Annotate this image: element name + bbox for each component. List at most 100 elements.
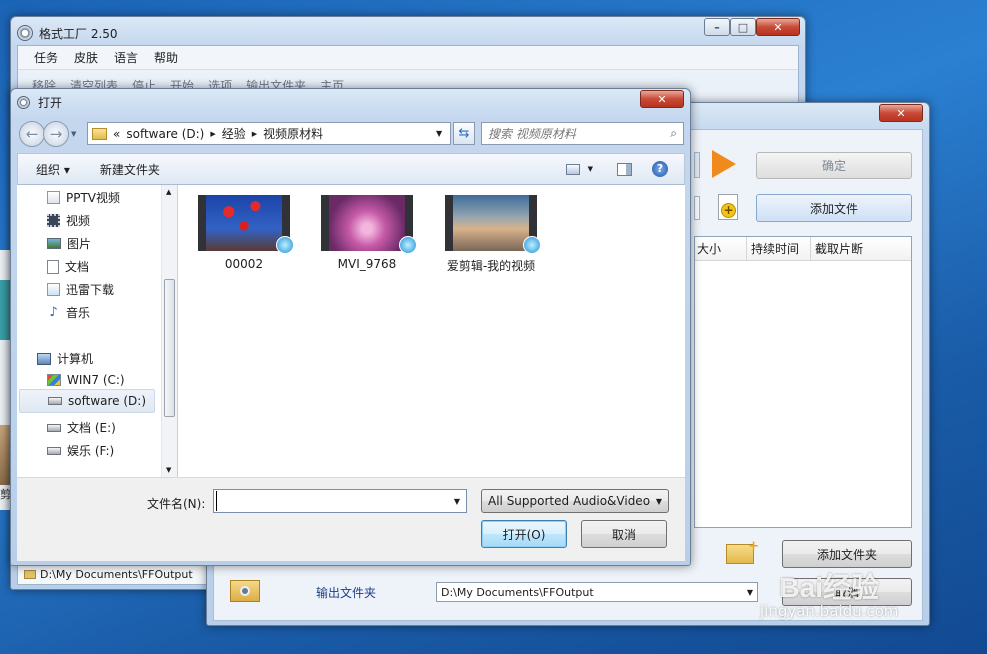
search-input[interactable] [488, 126, 671, 141]
nav-item-videos[interactable]: 视频 [47, 212, 90, 229]
nav-item-pictures[interactable]: 图片 [47, 235, 91, 252]
watermark: Bai经验 jingyan.baidu.com [760, 566, 898, 620]
scroll-down-arrow-icon[interactable]: ▼ [166, 466, 171, 474]
nav-item-xunlei[interactable]: 迅雷下载 [47, 281, 114, 298]
address-bar[interactable]: « software (D:) ▶ 经验 ▶ 视频原材料 ▼ [87, 122, 451, 145]
output-path-select[interactable]: D:\My Documents\FFOutput ▼ [436, 582, 758, 602]
output-folder-icon [230, 580, 260, 602]
folder-icon [92, 127, 107, 140]
ok-button[interactable]: 确定 [756, 152, 912, 179]
dialog-close-button[interactable]: ✕ [879, 104, 923, 122]
open-button[interactable]: 打开(O) [481, 520, 567, 548]
file-item[interactable]: 00002 [194, 195, 294, 271]
view-menu-chevron-icon[interactable]: ▼ [588, 165, 593, 173]
cancel-button[interactable]: 取消 [581, 520, 667, 548]
refresh-icon: ⇆ [458, 126, 470, 141]
nav-item-label: software (D:) [68, 394, 146, 408]
add-folder-icon: + [726, 539, 759, 564]
picture-library-icon [47, 238, 61, 249]
breadcrumb-jingyan[interactable]: 经验 [222, 125, 246, 142]
nav-item-label: 娱乐 (F:) [67, 444, 115, 458]
chevron-down-icon: ▼ [746, 587, 754, 597]
chevron-down-icon: ▼ [655, 496, 662, 506]
help-icon[interactable]: ? [652, 161, 668, 177]
menu-language[interactable]: 语言 [114, 49, 138, 66]
view-options: ▼ ? [565, 161, 668, 177]
maximize-button[interactable]: □ [730, 18, 756, 36]
column-size[interactable]: 大小 [695, 236, 747, 261]
forward-arrow-icon[interactable]: → [43, 121, 69, 147]
search-box[interactable]: ⌕ [481, 122, 684, 145]
nav-item-pptv[interactable]: PPTV视频 [47, 189, 120, 206]
nav-item-label: 迅雷下载 [66, 283, 115, 297]
dialog-footer: 文件名(N): ▼ All Supported Audio&Video ▼ 打开… [17, 477, 685, 561]
open-file-dialog: 打开 ✕ ← → ▼ « software (D:) ▶ 经验 ▶ 视频原材料 … [10, 88, 691, 566]
hard-drive-icon [48, 397, 62, 405]
command-bar: 组织 ▾ 新建文件夹 ▼ ? [17, 153, 685, 185]
filename-combobox[interactable]: ▼ [213, 489, 467, 513]
hard-drive-icon [47, 446, 61, 455]
computer-icon [37, 352, 51, 365]
menu-bar: 任务 皮肤 语言 帮助 [18, 46, 798, 70]
status-bar: D:\My Documents\FFOutput [18, 564, 216, 584]
new-folder-button[interactable]: 新建文件夹 [100, 161, 160, 178]
navigation-pane: PPTV视频 视频 图片 文档 迅雷下载 ♪ 音乐 计算机 WIN7 (C:) [17, 185, 177, 477]
media-badge-icon [276, 236, 294, 254]
nav-item-label: 文档 (E:) [67, 421, 116, 435]
add-file-button[interactable]: 添加文件 [756, 194, 912, 222]
open-dialog-close-button[interactable]: ✕ [640, 90, 684, 108]
open-dialog-title: 打开 [38, 96, 63, 110]
nav-item-documents[interactable]: 文档 [47, 258, 89, 275]
media-badge-icon [523, 236, 541, 254]
minimize-button[interactable]: – [704, 18, 730, 36]
nav-item-computer[interactable]: 计算机 [37, 350, 93, 367]
menu-tasks[interactable]: 任务 [34, 49, 58, 66]
watermark-brand: Bai经验 [779, 572, 879, 603]
navigation-scrollbar[interactable]: ▲ ▼ [161, 185, 177, 477]
nav-item-label: 图片 [67, 237, 92, 251]
filename-input[interactable] [216, 491, 448, 511]
close-button[interactable]: ✕ [756, 18, 800, 36]
filetype-select[interactable]: All Supported Audio&Video ▼ [481, 489, 669, 513]
menu-skin[interactable]: 皮肤 [74, 49, 98, 66]
file-item[interactable]: 爱剪辑-我的视频 [436, 195, 546, 274]
breadcrumb-current-folder[interactable]: 视频原材料 [263, 125, 430, 142]
column-clip[interactable]: 截取片断 [811, 240, 863, 257]
title-bar: 格式工厂 2.50 [17, 23, 118, 43]
arrow-right-icon [712, 150, 736, 178]
nav-item-label: 文档 [65, 260, 90, 274]
add-folder-button[interactable]: 添加文件夹 [782, 540, 912, 568]
filename-dropdown-icon[interactable]: ▼ [448, 497, 466, 506]
nav-item-drive-e[interactable]: 文档 (E:) [47, 419, 116, 436]
breadcrumb-overflow[interactable]: « [113, 127, 120, 141]
refresh-button[interactable]: ⇆ [453, 122, 475, 145]
video-thumbnail-pink-stage [321, 195, 417, 254]
scrollbar-thumb[interactable] [164, 279, 175, 417]
nav-item-music[interactable]: ♪ 音乐 [47, 304, 90, 321]
nav-item-drive-f[interactable]: 娱乐 (F:) [47, 442, 114, 459]
change-view-icon[interactable] [565, 163, 580, 175]
open-dialog-title-bar: 打开 [17, 94, 62, 111]
navigation-buttons: ← → ▼ [19, 121, 76, 147]
file-item[interactable]: MVI_9768 [317, 195, 417, 271]
preview-pane-icon[interactable] [617, 162, 632, 176]
scroll-up-arrow-icon[interactable]: ▲ [166, 188, 171, 196]
breadcrumb-drive[interactable]: software (D:) [126, 127, 204, 141]
output-setting-box [694, 196, 700, 220]
file-view: 00002 MVI_9768 爱剪辑-我的视频 [178, 185, 685, 477]
back-arrow-icon[interactable]: ← [19, 121, 45, 147]
nav-item-drive-d[interactable]: software (D:) [19, 389, 155, 413]
column-duration[interactable]: 持续时间 [747, 236, 811, 261]
nav-item-drive-c[interactable]: WIN7 (C:) [47, 373, 125, 387]
file-list-header: 大小 持续时间 截取片断 [695, 236, 911, 261]
file-name: 00002 [224, 257, 264, 271]
app-title: 格式工厂 2.50 [39, 26, 118, 41]
recent-locations-chevron-icon[interactable]: ▼ [71, 130, 76, 138]
windows-drive-icon [47, 374, 61, 386]
menu-help[interactable]: 帮助 [154, 49, 178, 66]
organize-button[interactable]: 组织 ▾ [36, 161, 70, 178]
media-badge-icon [399, 236, 417, 254]
address-dropdown-icon[interactable]: ▼ [436, 129, 450, 138]
file-name: 爱剪辑-我的视频 [446, 259, 536, 273]
format-preview-image [694, 152, 700, 178]
